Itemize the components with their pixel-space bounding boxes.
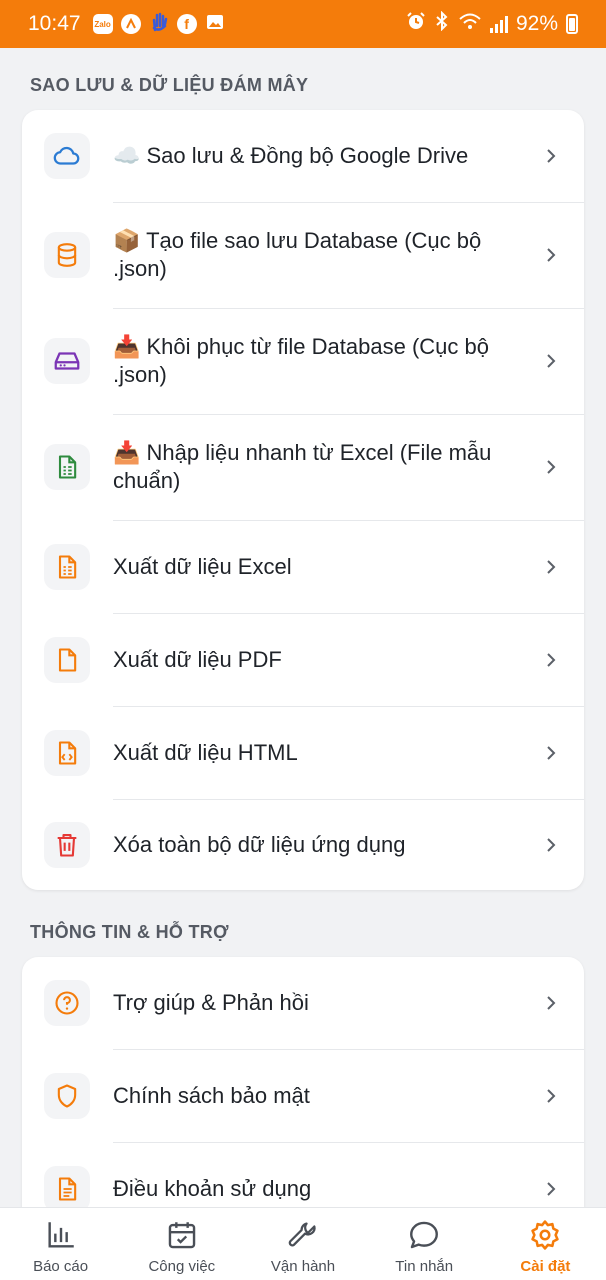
chevron-right-icon (547, 1181, 556, 1196)
nav-label: Báo cáo (33, 1258, 89, 1275)
database-icon (44, 232, 90, 278)
document-icon (44, 1165, 90, 1212)
calendar-check-icon (168, 1222, 196, 1249)
spreadsheet-icon (44, 444, 90, 490)
chevron-right-icon (547, 745, 556, 760)
help-icon (44, 980, 90, 1026)
delete-all-data-label: Xóa toàn bộ dữ liệu ứng dụng (113, 831, 406, 857)
privacy-policy-item[interactable]: Chính sách bảo mật (22, 1049, 584, 1142)
battery-icon (566, 14, 578, 34)
zalo-icon: Zalo (92, 14, 113, 34)
export-pdf-label: Xuất dữ liệu PDF (113, 646, 282, 672)
hand-icon (149, 12, 169, 37)
google-drive-sync-item[interactable]: ☁️ Sao lưu & Đồng bộ Google Drive (22, 110, 584, 202)
restore-database-label: 📥 Khôi phục từ file Database (Cục bộ .js… (113, 334, 489, 387)
bluetooth-icon (434, 10, 450, 37)
signal-icon (489, 15, 508, 33)
backup-section-title: SAO LƯU & DỮ LIỆU ĐÁM MÂY (30, 75, 309, 95)
help-feedback-item[interactable]: Trợ giúp & Phản hồi (22, 957, 584, 1049)
nav-label: Cài đặt (520, 1258, 571, 1275)
nav-label: Tin nhắn (395, 1258, 454, 1275)
chevron-right-icon (547, 460, 556, 474)
nav-reports[interactable]: Báo cáo (0, 1208, 121, 1280)
create-backup-label: 📦 Tạo file sao lưu Database (Cục bộ .jso… (113, 228, 482, 281)
google-drive-sync-label: ☁️ Sao lưu & Đồng bộ Google Drive (113, 143, 469, 168)
nav-messages[interactable]: Tin nhắn (364, 1208, 485, 1280)
cloud-icon (44, 133, 90, 179)
nav-operations[interactable]: Vận hành (242, 1208, 363, 1280)
message-icon (410, 1221, 439, 1249)
nav-settings[interactable]: Cài đặt (485, 1208, 606, 1280)
nav-label: Vận hành (270, 1258, 336, 1275)
chevron-right-icon (547, 248, 556, 262)
system-status: 92% (406, 10, 578, 37)
code-file-icon (44, 729, 90, 776)
shield-icon (44, 1072, 90, 1119)
status-time: 10:47 (28, 12, 81, 35)
restore-database-item[interactable]: 📥 Khôi phục từ file Database (Cục bộ .js… (22, 308, 584, 414)
nav-label: Công việc (148, 1258, 216, 1275)
facebook-icon: f (176, 14, 197, 34)
chevron-right-icon (547, 149, 556, 163)
privacy-policy-label: Chính sách bảo mật (113, 1082, 310, 1108)
chevron-right-icon (547, 1088, 556, 1103)
spreadsheet-export-icon (44, 543, 90, 590)
import-excel-label: 📥 Nhập liệu nhanh từ Excel (File mẫu chu… (113, 440, 492, 493)
help-feedback-label: Trợ giúp & Phản hồi (113, 990, 309, 1015)
alarm-icon (406, 11, 426, 37)
export-html-label: Xuất dữ liệu HTML (113, 739, 298, 765)
create-backup-item[interactable]: 📦 Tạo file sao lưu Database (Cục bộ .jso… (22, 202, 584, 308)
chevron-right-icon (547, 559, 556, 574)
trash-icon (44, 821, 90, 868)
export-html-item[interactable]: Xuất dữ liệu HTML (22, 706, 584, 799)
terms-of-use-label: Điều khoản sử dụng (113, 1175, 312, 1201)
notification-icons: Zalo f (92, 12, 225, 37)
battery-percent: 92% (515, 12, 558, 35)
import-excel-item[interactable]: 📥 Nhập liệu nhanh từ Excel (File mẫu chu… (22, 414, 584, 520)
backup-card: ☁️ Sao lưu & Đồng bộ Google Drive 📦 Tạo … (22, 110, 584, 890)
chart-icon (48, 1222, 74, 1248)
image-icon (205, 12, 225, 37)
chevron-right-icon (547, 837, 556, 852)
delete-all-data-item[interactable]: Xóa toàn bộ dữ liệu ứng dụng (22, 799, 584, 890)
chevron-right-icon (547, 652, 556, 667)
chevron-right-icon (547, 354, 556, 368)
export-excel-label: Xuất dữ liệu Excel (113, 553, 292, 579)
chevron-right-icon (547, 996, 556, 1010)
wrench-icon (288, 1222, 316, 1247)
bottom-navigation: Báo cáo Công việc Vận hành Tin nhắn Cài … (0, 1207, 606, 1280)
gear-icon (531, 1220, 560, 1250)
nav-tasks[interactable]: Công việc (121, 1208, 242, 1280)
export-pdf-item[interactable]: Xuất dữ liệu PDF (22, 613, 584, 706)
info-section-title: THÔNG TIN & HỖ TRỢ (30, 922, 229, 942)
status-bar: 10:47 Zalo f 92% (0, 0, 606, 48)
app-icon (120, 14, 141, 34)
wifi-icon (458, 11, 482, 37)
hard-drive-icon (44, 338, 90, 384)
export-excel-item[interactable]: Xuất dữ liệu Excel (22, 520, 584, 613)
file-icon (44, 636, 90, 683)
